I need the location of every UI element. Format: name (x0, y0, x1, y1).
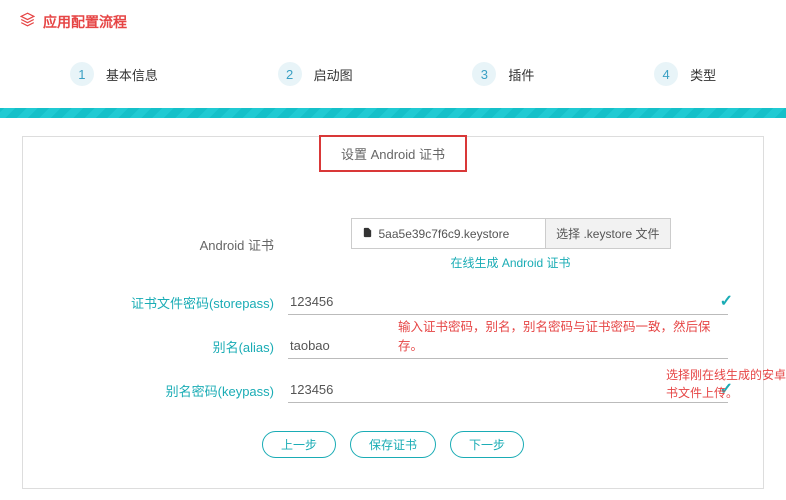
button-row: 上一步 保存证书 下一步 (53, 431, 733, 458)
page-title: 应用配置流程 (43, 12, 127, 32)
step-label: 基本信息 (106, 65, 158, 84)
file-name-display: 5aa5e39c7f6c9.keystore (352, 219, 546, 248)
step-nav: 1 基本信息 2 启动图 3 插件 4 类型 (0, 44, 786, 108)
tab-android-cert[interactable]: 设置 Android 证书 (319, 135, 467, 172)
prev-button[interactable]: 上一步 (262, 431, 336, 458)
row-storepass: 证书文件密码(storepass) ✓ (53, 289, 733, 315)
step-number: 4 (654, 62, 678, 86)
storepass-input[interactable] (288, 289, 728, 315)
save-cert-button[interactable]: 保存证书 (350, 431, 436, 458)
step-label: 启动图 (314, 65, 353, 84)
label-storepass: 证书文件密码(storepass) (53, 293, 288, 312)
form-panel: 设置 Android 证书 Android 证书 5aa5e39c7f6c9.k… (22, 136, 764, 489)
cert-form: Android 证书 5aa5e39c7f6c9.keystore 选择 .ke… (53, 218, 733, 458)
step-plugins[interactable]: 3 插件 (472, 62, 534, 86)
progress-bar (0, 108, 786, 118)
row-keypass: 别名密码(keypass) ✓ (53, 377, 733, 403)
step-splash[interactable]: 2 启动图 (278, 62, 353, 86)
generate-cert-link[interactable]: 在线生成 Android 证书 (450, 254, 570, 271)
layers-icon (20, 12, 35, 32)
step-basic-info[interactable]: 1 基本信息 (70, 62, 158, 86)
row-alias: 别名(alias) (53, 333, 733, 359)
file-icon (362, 226, 373, 242)
file-name-text: 5aa5e39c7f6c9.keystore (379, 227, 510, 241)
page-header: 应用配置流程 (0, 0, 786, 44)
next-button[interactable]: 下一步 (450, 431, 524, 458)
step-label: 插件 (508, 65, 534, 84)
label-cert: Android 证书 (53, 235, 288, 254)
alias-input[interactable] (288, 333, 728, 359)
step-number: 3 (472, 62, 496, 86)
file-picker: 5aa5e39c7f6c9.keystore 选择 .keystore 文件 (351, 218, 671, 249)
step-number: 2 (278, 62, 302, 86)
step-type[interactable]: 4 类型 (654, 62, 716, 86)
step-number: 1 (70, 62, 94, 86)
choose-file-button[interactable]: 选择 .keystore 文件 (545, 219, 669, 248)
row-cert-file: Android 证书 5aa5e39c7f6c9.keystore 选择 .ke… (53, 218, 733, 271)
label-alias: 别名(alias) (53, 337, 288, 356)
check-icon: ✓ (720, 291, 733, 311)
label-keypass: 别名密码(keypass) (53, 381, 288, 400)
annotation-upload: 选择刚在线生成的安卓证书文件上传。 (666, 366, 786, 402)
keypass-input[interactable] (288, 377, 728, 403)
step-label: 类型 (690, 65, 716, 84)
